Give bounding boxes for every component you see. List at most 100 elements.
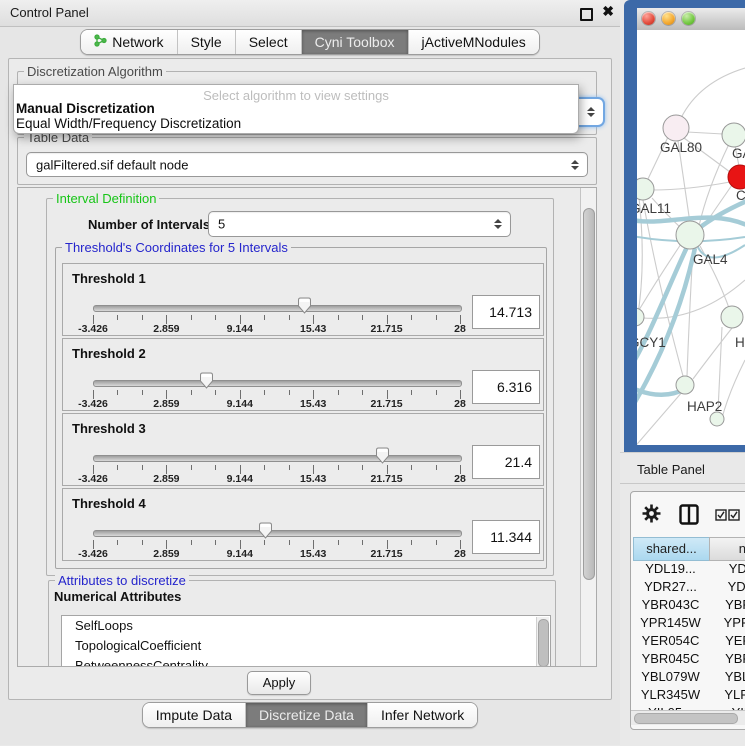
- cell-shared-name: YER054C: [633, 633, 708, 648]
- network-window-titlebar[interactable]: [637, 8, 745, 31]
- network-node-selected-red-node[interactable]: [728, 165, 745, 189]
- tab-label: Cyni Toolbox: [315, 34, 395, 50]
- attribute-item-topologicalcoefficient[interactable]: TopologicalCoefficient: [62, 636, 550, 656]
- bottom-tab-label: Impute Data: [156, 707, 232, 723]
- cell-name: YPR145W: [709, 615, 745, 630]
- thresholds-group: Threshold's Coordinates for 5 Intervals …: [55, 247, 547, 569]
- column-split-icon[interactable]: [679, 504, 699, 530]
- table-row[interactable]: YBR045CYBR045C: [633, 651, 745, 669]
- table-data-combobox[interactable]: galFiltered.sif default node: [26, 152, 588, 177]
- attribute-item-betweennesscentrality[interactable]: BetweennessCentrality: [62, 656, 550, 667]
- table-hscrollbar-thumb[interactable]: [634, 713, 738, 724]
- network-node-small-node[interactable]: [710, 412, 724, 426]
- threshold-row-2: Threshold 2 -3.4262.8599.14415.4321.71528…: [62, 338, 544, 411]
- tab-cyni-toolbox[interactable]: Cyni Toolbox: [301, 30, 408, 54]
- threshold-slider-handle[interactable]: [375, 447, 390, 464]
- network-node-gal4[interactable]: [676, 221, 704, 249]
- threshold-value-field[interactable]: 11.344: [472, 520, 540, 554]
- table-row[interactable]: YBL079WYBL079W: [633, 669, 745, 687]
- attribute-item-selfloops[interactable]: SelfLoops: [62, 616, 550, 636]
- network-node-label: GCY1: [637, 335, 666, 350]
- slider-tick-labels: -3.4262.8599.14415.4321.71528: [93, 473, 460, 484]
- table-horizontal-scrollbar[interactable]: [631, 710, 745, 725]
- cell-shared-name: YLR345W: [633, 687, 708, 702]
- apply-button[interactable]: Apply: [247, 671, 311, 695]
- threshold-slider-handle[interactable]: [199, 372, 214, 389]
- network-node-gcy1[interactable]: [637, 308, 644, 326]
- threshold-value-field[interactable]: 21.4: [472, 445, 540, 479]
- table-row[interactable]: YDL19...YDL19...: [633, 561, 745, 579]
- bottom-tab-infer-network[interactable]: Infer Network: [367, 703, 477, 727]
- threshold-value-field[interactable]: 6.316: [472, 370, 540, 404]
- table-data-combobox-value: galFiltered.sif default node: [36, 157, 188, 172]
- threshold-label: Threshold 2: [72, 346, 146, 361]
- cell-shared-name: YPR145W: [633, 615, 708, 630]
- interval-definition-group-title: Interval Definition: [53, 191, 159, 206]
- algorithm-option-equal-width-frequency-discretization[interactable]: Equal Width/Frequency Discretization: [16, 116, 241, 131]
- network-node-label: GAL: [732, 146, 745, 161]
- threshold-slider-track[interactable]: [93, 455, 462, 462]
- column-header-shared-name[interactable]: shared...: [633, 537, 710, 561]
- cell-name: YDR27...: [709, 579, 745, 594]
- network-node-gal80[interactable]: [663, 115, 689, 141]
- threshold-value-field[interactable]: 14.713: [472, 295, 540, 329]
- threshold-label: Threshold 4: [72, 496, 146, 511]
- threshold-label: Threshold 1: [72, 271, 146, 286]
- bottom-tab-bar: Impute Data Discretize Data Infer Network: [0, 702, 620, 728]
- algorithm-dropdown-popup: Select algorithm to view settings Manual…: [13, 84, 579, 134]
- tab-style[interactable]: Style: [177, 30, 235, 54]
- cyni-toolbox-panel: Discretization Algorithm Table Data galF…: [8, 58, 612, 700]
- cell-name: YBL079W: [709, 669, 745, 684]
- settings-scrollbar-thumb[interactable]: [583, 208, 595, 580]
- float-window-button[interactable]: [580, 8, 593, 21]
- threshold-row-3: Threshold 3-3.4262.8599.14415.4321.71528…: [62, 413, 544, 486]
- column-header-name[interactable]: name: [709, 537, 745, 561]
- network-node-h-node[interactable]: [721, 306, 743, 328]
- attributes-list-scrollbar[interactable]: [536, 617, 549, 667]
- control-panel-window: Control Panel ✖ Network StyleSelect Cyni T…: [0, 0, 620, 745]
- threshold-slider-track[interactable]: [93, 380, 462, 387]
- control-panel-titlebar: Control Panel ✖: [0, 0, 620, 27]
- network-node-label: H: [735, 335, 745, 350]
- gear-icon[interactable]: [642, 504, 661, 528]
- threshold-row-4: Threshold 4-3.4262.8599.14415.4321.71528…: [62, 488, 544, 561]
- table-row[interactable]: YPR145WYPR145W: [633, 615, 745, 633]
- control-panel-title: Control Panel: [10, 5, 89, 20]
- number-of-intervals-combobox[interactable]: 5: [208, 211, 511, 237]
- bottom-tab-impute-data[interactable]: Impute Data: [143, 703, 245, 727]
- cell-name: YDL19...: [709, 561, 745, 576]
- mac-close-button[interactable]: [642, 12, 655, 25]
- bottom-tab-discretize-data[interactable]: Discretize Data: [245, 703, 367, 727]
- threshold-slider-track[interactable]: [93, 530, 462, 537]
- attributes-group-title: Attributes to discretize: [55, 573, 189, 588]
- threshold-slider-handle[interactable]: [297, 297, 312, 314]
- checkboxes-icon[interactable]: [715, 508, 741, 526]
- table-row[interactable]: YLR345WYLR345W: [633, 687, 745, 705]
- threshold-slider-handle[interactable]: [258, 522, 273, 539]
- settings-vertical-scrollbar[interactable]: [580, 188, 596, 666]
- mac-zoom-button[interactable]: [682, 12, 695, 25]
- tab-label: Network: [112, 34, 163, 50]
- numerical-attributes-list: SelfLoopsTopologicalCoefficientBetweenne…: [61, 615, 551, 667]
- attributes-group: Attributes to discretize Numerical Attri…: [48, 580, 556, 667]
- table-row[interactable]: YBR043CYBR043C: [633, 597, 745, 615]
- network-canvas[interactable]: GAL80GALCGAL11GAL4GCY1HHAP2: [637, 30, 745, 445]
- network-node-gal11[interactable]: [637, 178, 654, 200]
- bottom-tab-label: Infer Network: [381, 707, 464, 723]
- tab-select[interactable]: Select: [235, 30, 301, 54]
- mac-minimize-button[interactable]: [662, 12, 675, 25]
- close-window-button[interactable]: ✖: [602, 3, 614, 20]
- table-row[interactable]: YER054CYER054C: [633, 633, 745, 651]
- algorithm-option-manual-discretization[interactable]: Manual Discretization: [16, 101, 155, 116]
- tab-jactivemnodules[interactable]: jActiveMNodules: [408, 30, 539, 54]
- table-row[interactable]: YDR27...YDR27...: [633, 579, 745, 597]
- slider-tick-labels: -3.4262.8599.14415.4321.71528: [93, 398, 460, 409]
- tab-network[interactable]: Network: [81, 30, 176, 54]
- discretization-algorithm-group-title: Discretization Algorithm: [24, 64, 166, 79]
- network-node-hap2[interactable]: [676, 376, 694, 394]
- combo-stepper-icon: [571, 160, 579, 170]
- network-node-gal-right[interactable]: [722, 123, 745, 147]
- threshold-row-1: Threshold 1-3.4262.8599.14415.4321.71528…: [62, 263, 544, 336]
- threshold-slider-track[interactable]: [93, 305, 462, 312]
- right-panel: GAL80GALCGAL11GAL4GCY1HHAP2 Table Panel …: [620, 0, 745, 745]
